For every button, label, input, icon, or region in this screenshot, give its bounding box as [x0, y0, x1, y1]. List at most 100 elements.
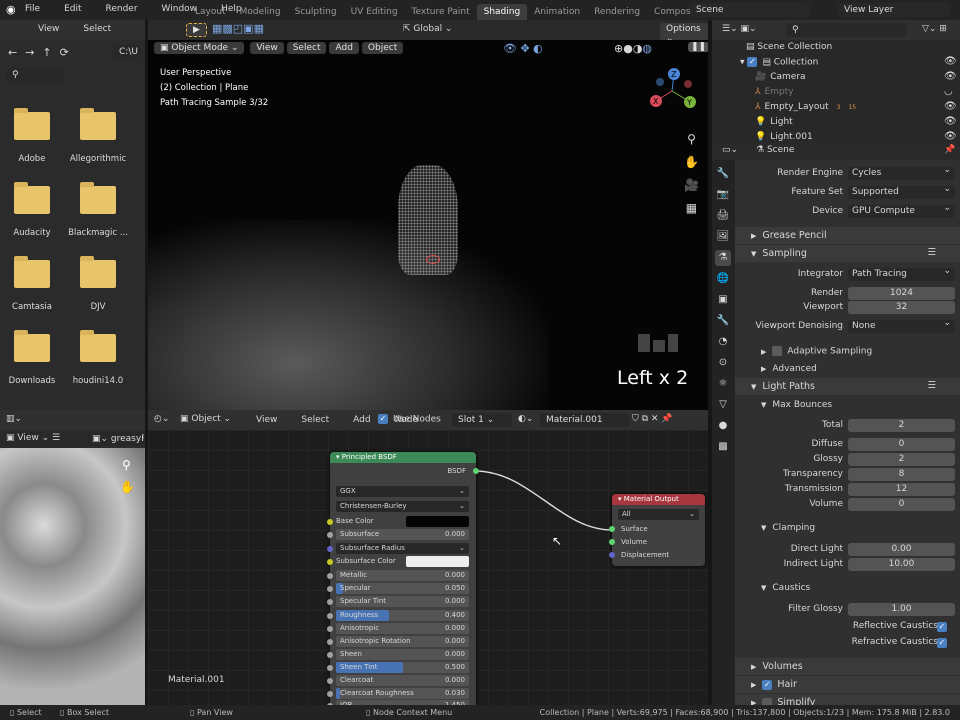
property-tab-4[interactable]: ⚗	[715, 250, 731, 266]
panel-max-bounces[interactable]: ▼ Max Bounces	[735, 397, 960, 414]
material-output-node[interactable]: ▾ Material Output All ⌄ Surface Volume Disp…	[609, 494, 705, 566]
folder-icon[interactable]	[80, 256, 116, 288]
eye-icon[interactable]: 👁	[944, 131, 957, 142]
node-header[interactable]: ▾ Principled BSDF	[330, 452, 476, 463]
folder-icon[interactable]	[14, 182, 50, 214]
pin-icon[interactable]: 📌	[944, 145, 955, 155]
editor-type-icon[interactable]: ▥⌄	[6, 414, 22, 424]
input-socket[interactable]	[327, 585, 333, 592]
number-field[interactable]: 0.00	[848, 543, 955, 556]
folder-label[interactable]: Blackmagic ...	[65, 228, 131, 238]
presets-icon[interactable]: ☰	[927, 380, 936, 391]
checkbox[interactable]: ✓	[937, 638, 947, 648]
orientation-dropdown[interactable]: ⇱ Global ⌄	[403, 24, 453, 34]
number-field[interactable]: 32	[848, 301, 955, 314]
property-tab-9[interactable]: ⊙	[715, 355, 731, 371]
input-clearcoat-roughness[interactable]: Clearcoat Roughness 0.030	[327, 688, 469, 699]
panel-light-paths[interactable]: ▼ Light Paths ☰	[735, 378, 960, 395]
menu-file[interactable]: File	[25, 4, 52, 14]
folder-icon[interactable]	[80, 108, 116, 140]
pan-hand-icon[interactable]: ✋	[684, 151, 699, 174]
blender-logo-icon[interactable]: ◉	[6, 3, 16, 16]
socket-displacement[interactable]: Displacement	[609, 551, 669, 559]
property-tab-0[interactable]: 🔧	[715, 166, 731, 182]
dropdown[interactable]: Supported	[848, 183, 955, 199]
search-input[interactable]: ⚲	[6, 68, 64, 82]
menu-select[interactable]: Select	[286, 42, 327, 54]
node-header[interactable]: ▾ Material Output	[612, 494, 705, 505]
subsurface-radius-dropdown[interactable]: Subsurface Radius ⌄	[327, 543, 469, 554]
checkbox[interactable]: ✓	[937, 622, 947, 632]
socket-dot[interactable]	[609, 539, 615, 545]
path-field[interactable]: C:\U	[113, 45, 141, 59]
input-socket[interactable]	[327, 531, 333, 538]
eye-icon[interactable]: 👁	[944, 101, 957, 112]
number-field[interactable]: 2	[848, 453, 955, 466]
property-tab-3[interactable]: 🖼	[715, 229, 731, 245]
folder-label[interactable]: Adobe	[0, 154, 65, 164]
input-sheen[interactable]: Sheen 0.000	[327, 649, 469, 660]
eye-icon[interactable]: ◡	[944, 86, 953, 97]
property-tab-5[interactable]: 🌐	[715, 271, 731, 287]
zoom-icon[interactable]: ⚲	[684, 128, 699, 151]
property-tab-1[interactable]: 📷	[715, 187, 731, 203]
folder-label[interactable]: Camtasia	[0, 302, 65, 312]
outliner-item[interactable]: 🎥 Camera	[755, 72, 806, 86]
number-field[interactable]: 0	[848, 498, 955, 511]
slot-dropdown[interactable]: Slot 1 ⌄	[452, 413, 512, 427]
input-anisotropic[interactable]: Anisotropic 0.000	[327, 623, 469, 634]
input-socket[interactable]	[327, 638, 333, 645]
navigation-gizmo[interactable]: Z X Y	[644, 66, 700, 116]
checkbox[interactable]: ✓	[762, 679, 773, 690]
view-menu[interactable]: ▣ View ⌄ ☰	[6, 433, 60, 443]
folder-icon[interactable]	[14, 330, 50, 362]
tab-animation[interactable]: Animation	[527, 4, 587, 20]
panel-hair[interactable]: ▶ ✓ Hair	[735, 676, 960, 693]
input-socket[interactable]	[327, 625, 333, 632]
number-field[interactable]: 8	[848, 468, 955, 481]
pan-hand-icon[interactable]: ✋	[120, 480, 135, 494]
editor-type-icon[interactable]: ◴⌄	[154, 414, 169, 424]
texture-preview[interactable]: ⚲ ✋	[0, 448, 145, 705]
view-layer-selector[interactable]: View Layer	[838, 3, 950, 17]
pause-render-button[interactable]: ❚❚	[688, 42, 708, 52]
number-field[interactable]: 12	[848, 483, 955, 496]
input-socket[interactable]	[327, 664, 333, 671]
outliner-search-input[interactable]: ⚲	[786, 23, 906, 37]
input-sheen-tint[interactable]: Sheen Tint 0.500	[327, 662, 469, 673]
input-specular[interactable]: Specular 0.050	[327, 583, 469, 594]
property-tab-2[interactable]: 🖨	[715, 208, 731, 224]
subsurface-color-swatch[interactable]	[406, 556, 469, 567]
property-tab-12[interactable]: ●	[715, 418, 731, 434]
menu-view[interactable]: View	[38, 24, 71, 34]
number-field[interactable]: 2	[848, 419, 955, 432]
nav-buttons[interactable]: ←→↑⟳	[8, 46, 77, 59]
panel-volumes[interactable]: ▶ Volumes	[735, 658, 960, 675]
menu-object[interactable]: Object	[361, 42, 404, 54]
menu-select[interactable]: Select	[83, 24, 123, 34]
folder-label[interactable]: DJV	[65, 302, 131, 312]
3d-viewport[interactable]: ▣ Object Mode ⌄ View Select Add Object 👁 ✥ …	[148, 40, 708, 410]
property-tab-10[interactable]: ⚛	[715, 376, 731, 392]
panel-advanced[interactable]: ▶ Advanced	[735, 361, 960, 378]
dropdown[interactable]: GPU Compute	[848, 202, 955, 218]
outliner-item[interactable]: ⅄ Empty	[755, 87, 794, 101]
number-field[interactable]: 1024	[848, 287, 955, 300]
subsurface-method-dropdown[interactable]: Christensen-Burley ⌄	[336, 501, 469, 512]
presets-icon[interactable]: ☰	[927, 247, 936, 258]
material-name-field[interactable]: Material.001	[540, 413, 630, 427]
panel-grease-pencil[interactable]: ▶ Grease Pencil	[735, 227, 960, 244]
select-tool-button[interactable]: ▶	[186, 23, 207, 37]
menu-view[interactable]: View	[256, 415, 289, 425]
property-tab-8[interactable]: ◔	[715, 334, 731, 350]
material-actions[interactable]: ⛉ ⧉ ✕ 📌	[632, 414, 673, 424]
socket-dot[interactable]	[609, 552, 615, 558]
ortho-grid-icon[interactable]: ▦	[684, 197, 699, 220]
selection-mode-icons[interactable]: ▦▩◰▣▦	[212, 22, 264, 35]
input-anisotropic-rotation[interactable]: Anisotropic Rotation 0.000	[327, 636, 469, 647]
socket-surface[interactable]: Surface	[609, 525, 648, 533]
panel-clamping[interactable]: ▼ Clamping	[735, 520, 960, 537]
input-socket[interactable]	[327, 677, 333, 684]
menu-edit[interactable]: Edit	[64, 4, 93, 14]
panel-adaptive-sampling[interactable]: ▶ Adaptive Sampling	[735, 343, 960, 360]
